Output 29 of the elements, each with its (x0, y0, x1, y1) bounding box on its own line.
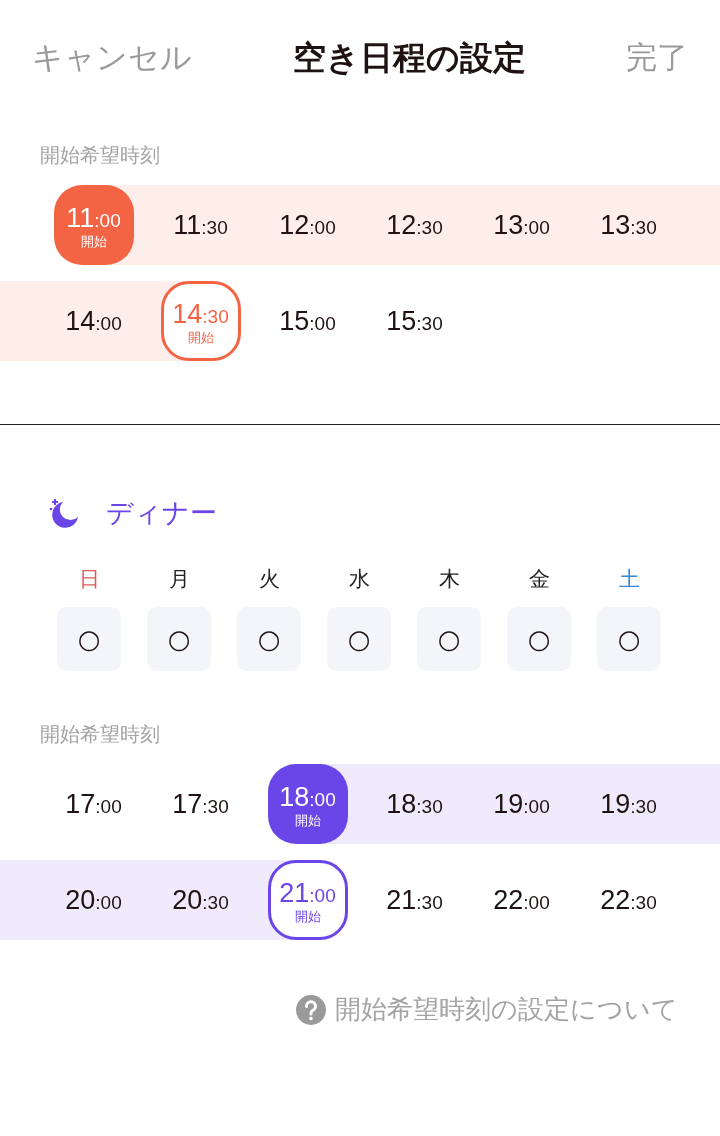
day-toggle[interactable]: ○ (417, 607, 481, 671)
weekday-label: 月 (168, 566, 190, 593)
section-title: ディナー (106, 496, 217, 530)
day-toggle[interactable]: ○ (327, 607, 391, 671)
day-toggle[interactable]: ○ (147, 607, 211, 671)
day-toggle[interactable]: ○ (237, 607, 301, 671)
section-label: 開始希望時刻 (39, 721, 161, 748)
weekday-label: 日 (78, 566, 100, 593)
screen-title: 空き日程の設定 (292, 36, 526, 79)
time-slot[interactable]: 22:30 (588, 860, 669, 940)
weekday-label: 土 (618, 566, 640, 593)
time-slot[interactable]: 17:00 (53, 764, 134, 844)
section-label: 開始希望時刻 (39, 142, 161, 169)
time-slot[interactable]: 21:30 (374, 860, 455, 940)
time-slot[interactable]: 15:00 (267, 281, 348, 361)
day-toggle[interactable]: ○ (597, 607, 661, 671)
time-slot[interactable]: 22:00 (481, 860, 562, 940)
weekday-label: 金 (528, 566, 550, 593)
moon-icon (48, 497, 80, 529)
time-slot[interactable]: 21:00 開始 (267, 860, 348, 940)
day-toggle[interactable]: ○ (507, 607, 571, 671)
time-slot[interactable]: 15:30 (374, 281, 455, 361)
day-toggle[interactable]: ○ (57, 607, 121, 671)
weekday-label: 火 (258, 566, 280, 593)
time-slot[interactable]: 18:00 開始 (267, 764, 348, 844)
weekday-label: 水 (348, 566, 370, 593)
weekday-label: 木 (438, 566, 460, 593)
help-icon (295, 993, 327, 1026)
time-slot[interactable]: 17:30 (160, 764, 241, 844)
